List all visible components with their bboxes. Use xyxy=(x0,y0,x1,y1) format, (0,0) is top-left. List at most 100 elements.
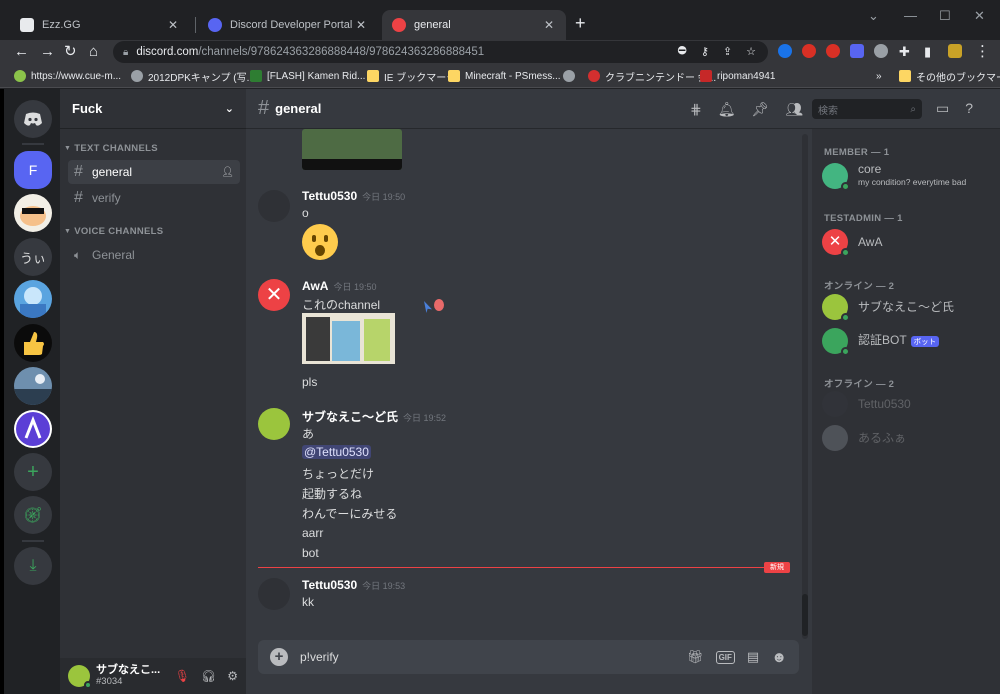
blocked-popup-icon[interactable]: ⛔︎ xyxy=(678,45,687,58)
close-icon[interactable]: ✕ xyxy=(354,18,368,32)
gif-icon[interactable]: GIF xyxy=(715,650,735,664)
server-ui[interactable]: うぃ xyxy=(14,238,52,276)
extensions-puzzle-icon[interactable]: ✚ xyxy=(899,42,910,62)
avatar[interactable]: ✕ xyxy=(258,279,290,311)
kebab-menu-icon[interactable]: ⋮ xyxy=(975,42,990,62)
address-bar[interactable]: 🔒︎ discord.com/channels/9786243632868884… xyxy=(113,41,768,63)
author-name[interactable]: Tettu0530 xyxy=(302,578,357,592)
channel-general[interactable]: # general 👤︎ xyxy=(68,160,240,184)
inbox-icon[interactable]: ▭ xyxy=(936,100,949,117)
attached-screenshot[interactable] xyxy=(302,129,402,170)
tab-ezz[interactable]: Ezz.GG ✕ xyxy=(10,10,190,40)
bookmark-item[interactable]: クラブニンテンドー 会... xyxy=(588,68,716,84)
bookmark-folder[interactable]: IE ブックマーク xyxy=(367,68,456,84)
other-bookmarks-folder[interactable]: その他のブックマーク xyxy=(899,68,1000,84)
voice-channel-general[interactable]: 🔈︎ General xyxy=(68,243,240,267)
message-author[interactable]: AwA 今日 19:50 xyxy=(302,279,376,293)
gift-icon[interactable]: 🎁︎ xyxy=(687,649,704,665)
headphones-icon[interactable]: 🎧︎ xyxy=(201,669,216,683)
back-arrow-icon[interactable]: ← xyxy=(14,42,29,62)
emoji-picker-icon[interactable]: ☻ xyxy=(771,649,787,666)
key-icon[interactable]: ⚷ xyxy=(701,45,709,58)
server-landscape-avatar[interactable] xyxy=(14,367,52,405)
avatar[interactable] xyxy=(258,408,290,440)
close-window-icon[interactable]: ✕ xyxy=(974,8,985,24)
voice-channels-category[interactable]: ▼ VOICE CHANNELS xyxy=(64,226,163,237)
side-panel-icon[interactable]: ▮ xyxy=(924,42,931,62)
text-channels-category[interactable]: ▼ TEXT CHANNELS xyxy=(64,143,158,154)
avatar[interactable] xyxy=(68,665,92,689)
avatar[interactable] xyxy=(258,190,290,222)
close-icon[interactable]: ✕ xyxy=(542,18,556,32)
avatar[interactable] xyxy=(258,578,290,610)
author-name[interactable]: サブなえこ～ど氏 xyxy=(302,410,398,424)
tab-discord-developer[interactable]: Discord Developer Portal — My A ✕ xyxy=(198,10,378,40)
server-thumbs-up-avatar[interactable] xyxy=(14,324,52,362)
member-awa[interactable]: ✕ AwA xyxy=(822,225,992,259)
extension-1-icon[interactable] xyxy=(778,44,792,58)
reload-icon[interactable]: ↻ xyxy=(64,42,77,62)
extension-2-icon[interactable] xyxy=(802,44,816,58)
threads-icon[interactable]: ⋕ xyxy=(690,101,702,118)
pin-icon[interactable]: 📌︎ xyxy=(752,101,770,118)
author-name[interactable]: AwA xyxy=(302,279,328,293)
attached-manga-image[interactable] xyxy=(302,313,395,364)
download-icon[interactable]: ⤓ xyxy=(14,547,52,585)
explore-compass-icon[interactable]: 🧭︎ xyxy=(14,496,52,534)
message-composer[interactable]: + p!verify 🎁︎ GIF ▤ ☻ xyxy=(258,640,799,674)
more-bookmarks-chevron-icon[interactable]: » xyxy=(876,68,882,84)
search-input[interactable]: 検索 ⌕ xyxy=(812,99,922,119)
tab-general[interactable]: general ✕ xyxy=(382,10,566,40)
user-mention[interactable]: @Tettu0530 xyxy=(302,445,371,459)
scrollbar-track[interactable] xyxy=(802,134,808,639)
close-icon[interactable]: ✕ xyxy=(166,18,180,32)
bell-icon[interactable]: 🔔︎ xyxy=(718,101,736,118)
member-auth-bot[interactable]: 認証BOT ボット xyxy=(822,324,992,358)
bookmark-favicon-icon xyxy=(14,70,26,82)
member-list-icon[interactable]: 👥︎ xyxy=(785,101,803,118)
member-core[interactable]: core my condition? everytime bad xyxy=(822,159,992,193)
mute-microphone-icon[interactable]: 🎙︎ xyxy=(175,669,190,683)
maximize-icon[interactable]: ☐ xyxy=(939,8,951,24)
bookmark-item[interactable]: 2012DPKキャンプ (写... xyxy=(131,68,255,84)
home-icon[interactable]: ⌂ xyxy=(89,42,98,62)
invite-member-icon[interactable]: 👤︎ xyxy=(221,167,234,178)
lock-icon[interactable]: 🔒︎ xyxy=(123,47,128,58)
channel-verify[interactable]: # verify xyxy=(68,186,240,210)
bookmark-item[interactable]: ripoman4941 xyxy=(700,68,775,84)
member-tettu0530[interactable]: Tettu0530 xyxy=(822,387,992,421)
upload-plus-icon[interactable]: + xyxy=(270,648,288,666)
server-a-logo-avatar[interactable] xyxy=(14,410,52,448)
tab-search-icon[interactable]: ⌄ xyxy=(868,8,879,24)
profile-avatar[interactable] xyxy=(948,44,962,58)
server-f[interactable]: F xyxy=(14,151,52,189)
extension-5-icon[interactable] xyxy=(874,44,888,58)
message-author[interactable]: Tettu0530 今日 19:50 xyxy=(302,189,405,203)
sticker-icon[interactable]: ▤ xyxy=(747,649,759,665)
bookmark-item[interactable]: [FLASH] Kamen Rid... xyxy=(250,68,365,84)
server-header[interactable]: Fuck ⌄ xyxy=(60,89,246,129)
scrollbar-thumb[interactable] xyxy=(802,594,808,636)
forward-arrow-icon[interactable]: → xyxy=(40,42,55,62)
server-sunglasses-avatar[interactable] xyxy=(14,194,52,232)
share-icon[interactable]: ⇪ xyxy=(723,45,732,58)
author-name[interactable]: Tettu0530 xyxy=(302,189,357,203)
bookmark-star-icon[interactable]: ☆ xyxy=(746,45,756,58)
bookmark-item[interactable]: https://www.cue-m... xyxy=(14,68,121,84)
bookmark-folder[interactable]: Minecraft - PSmess... xyxy=(448,68,561,84)
message-input[interactable]: p!verify xyxy=(300,650,339,664)
discord-extension-icon[interactable] xyxy=(850,44,864,58)
new-tab-button[interactable]: + xyxy=(575,14,586,32)
member-sabunaekodo[interactable]: サブなえこ～ど氏 xyxy=(822,290,992,324)
discord-home-icon[interactable] xyxy=(14,100,52,138)
message-author[interactable]: サブなえこ～ど氏 今日 19:52 xyxy=(302,408,446,425)
help-icon[interactable]: ? xyxy=(965,100,973,117)
server-anime-avatar[interactable] xyxy=(14,280,52,318)
extension-3-icon[interactable] xyxy=(826,44,840,58)
member-alpha[interactable]: あるふぁ xyxy=(822,421,992,455)
add-server-icon[interactable]: + xyxy=(14,453,52,491)
bookmark-item[interactable] xyxy=(563,68,580,84)
gear-icon[interactable]: ⚙ xyxy=(227,669,238,683)
minimize-icon[interactable]: — xyxy=(904,8,917,23)
message-author[interactable]: Tettu0530 今日 19:53 xyxy=(302,578,405,592)
